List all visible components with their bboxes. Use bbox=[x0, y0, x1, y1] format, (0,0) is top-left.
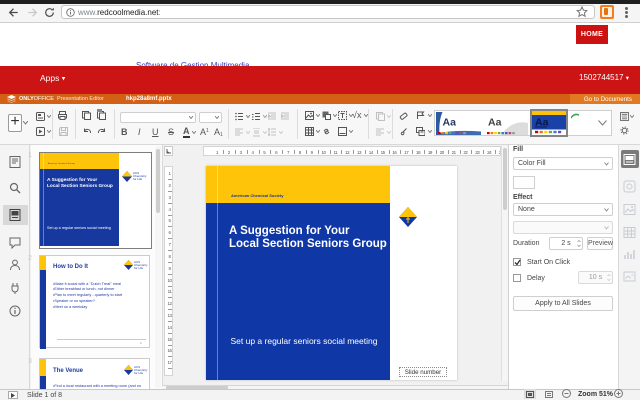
svg-text:Aa: Aa bbox=[443, 117, 457, 129]
svg-text:Aa: Aa bbox=[488, 117, 502, 129]
